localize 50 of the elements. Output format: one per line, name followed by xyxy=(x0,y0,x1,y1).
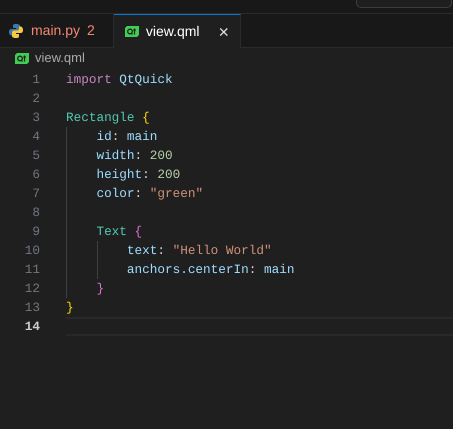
code-token: : xyxy=(134,184,142,203)
code-token: text xyxy=(126,242,158,260)
code-token: : xyxy=(142,166,150,184)
code-token: "green" xyxy=(148,184,204,203)
code-token: QtQuick xyxy=(118,70,173,89)
line-number: 5 xyxy=(31,146,40,165)
close-icon[interactable]: × xyxy=(218,22,230,40)
code-token: Rectangle xyxy=(66,108,135,127)
code-token: "Hello World" xyxy=(172,242,272,260)
line-number: 11 xyxy=(24,260,40,279)
code-token: { xyxy=(134,222,142,241)
line-number: 14 xyxy=(24,318,40,336)
tab-label: view.qml xyxy=(146,22,200,41)
code-token: : xyxy=(157,242,165,260)
line-number: 10 xyxy=(24,242,40,260)
code-token: main xyxy=(126,128,158,146)
line-number: 4 xyxy=(31,128,40,146)
editor-tab[interactable]: main.py 2 xyxy=(0,14,114,48)
breadcrumb-item[interactable]: view.qml xyxy=(35,48,85,68)
code-token: : xyxy=(248,260,256,279)
code-token: width xyxy=(95,146,135,165)
line-number: 8 xyxy=(31,204,40,222)
line-number: 12 xyxy=(24,280,40,298)
python-icon xyxy=(8,22,24,38)
line-number: 7 xyxy=(31,184,40,203)
code-token: id xyxy=(95,128,112,146)
code-token: 200 xyxy=(156,166,180,184)
code-token: } xyxy=(95,280,104,298)
code-token: anchors.centerIn xyxy=(126,260,249,279)
code-token: color xyxy=(95,184,135,203)
problem-count: 2 xyxy=(87,21,95,40)
qt-icon xyxy=(15,52,29,64)
tab-label: main.py xyxy=(31,21,80,40)
line-number: 6 xyxy=(31,166,40,184)
line-number: 3 xyxy=(31,108,40,127)
code-token: : xyxy=(112,128,120,146)
code-token: main xyxy=(262,260,294,279)
line-number: 2 xyxy=(31,90,40,108)
line-number: 13 xyxy=(24,298,40,317)
qt-icon xyxy=(124,26,139,37)
code-token: } xyxy=(66,298,74,317)
code-token: height xyxy=(95,166,142,184)
code-token: Text xyxy=(95,222,127,241)
code-token: 200 xyxy=(148,146,173,165)
line-number: 1 xyxy=(31,70,40,89)
editor-tab[interactable]: view.qml × xyxy=(114,14,242,48)
code-token: import xyxy=(66,70,112,89)
line-number: 9 xyxy=(31,222,40,241)
code-token: { xyxy=(141,108,150,127)
code-token: : xyxy=(134,146,142,165)
